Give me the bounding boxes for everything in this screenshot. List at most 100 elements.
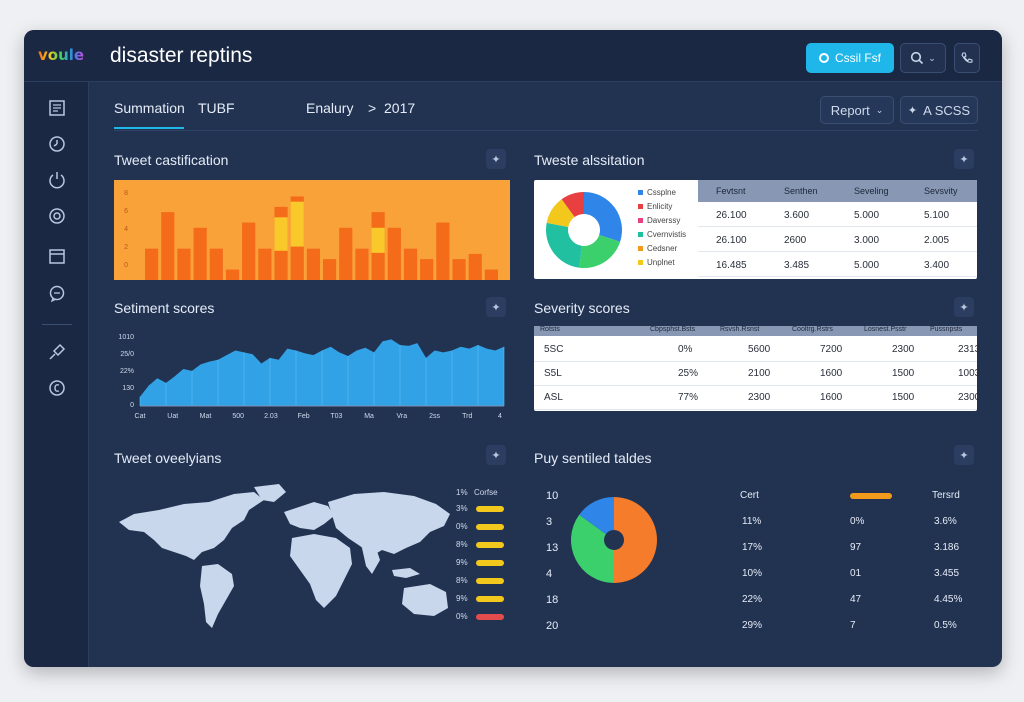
x-tick-label: 2ss: [429, 413, 440, 420]
map-legend-value: 0%: [456, 522, 468, 531]
table-header-cell: Rotsts: [540, 326, 560, 333]
table-cell: 1003: [958, 368, 981, 379]
sentiment-menu-icon[interactable]: ✦: [486, 297, 506, 317]
map-legend-value: 9%: [456, 594, 468, 603]
legend-item: Cvernvistis: [638, 230, 686, 239]
tab-tag[interactable]: TUBF: [198, 100, 235, 116]
col-a-value: 29%: [742, 620, 763, 631]
legend-label: Cssplne: [647, 188, 676, 197]
tweet-assoc-menu-icon[interactable]: ✦: [954, 149, 974, 169]
pie-table-menu-icon[interactable]: ✦: [954, 445, 974, 465]
col-a-value: 22%: [742, 594, 763, 605]
africa-shape: [290, 534, 352, 608]
australia-shape: [402, 584, 448, 616]
severity-table: Rotsts Cbpsphst.Bsts Rsvsh.Rsnst Cooltrg.Rs…: [534, 326, 981, 411]
access-button[interactable]: ✦ A SCSS: [900, 96, 978, 124]
target-icon[interactable]: [47, 206, 67, 226]
settings-icon[interactable]: [47, 378, 67, 398]
map-legend-pill: [476, 506, 504, 512]
power-icon[interactable]: [47, 170, 67, 190]
table-cell: 2300: [958, 392, 981, 403]
bar: [484, 269, 498, 280]
search-button[interactable]: ⌄: [900, 43, 946, 73]
y-tick-label: 1010: [118, 334, 134, 341]
phone-button[interactable]: [954, 43, 980, 73]
plus-circle-icon: [819, 53, 829, 63]
report-dropdown[interactable]: Report ⌄: [820, 96, 894, 124]
table-cell: 5SC: [544, 344, 564, 355]
sentiment-area-chart: 1010 25/0 22% 130 0Cat Uat Mat 500 2.03 Feb T03 Ma V…: [118, 334, 505, 420]
sparkle-icon: ✦: [907, 104, 918, 117]
breadcrumb-separator: >: [368, 100, 377, 116]
primary-action-button[interactable]: Cssil Fsf: [806, 43, 894, 73]
table-cell: 1600: [820, 392, 843, 403]
clock-alert-icon[interactable]: [47, 134, 67, 154]
legend-label: Enlicity: [647, 202, 673, 211]
breadcrumb-left[interactable]: Enalury: [306, 100, 353, 116]
breadcrumb-year[interactable]: 2017: [384, 100, 415, 116]
south-america-shape: [200, 564, 234, 628]
report-icon[interactable]: [47, 98, 67, 118]
legend-swatch: [638, 246, 643, 252]
table-cell: 2300: [892, 344, 915, 355]
chat-icon[interactable]: [47, 284, 67, 304]
table-cell: 2.005: [924, 235, 950, 246]
pin-icon[interactable]: [47, 342, 67, 362]
bar: [436, 222, 450, 280]
x-tick-label: 4: [498, 413, 502, 420]
chevron-down-icon: ⌄: [875, 104, 884, 115]
left-value: 13: [546, 542, 559, 554]
bar: [339, 227, 353, 280]
severity-menu-icon[interactable]: ✦: [954, 297, 974, 317]
india-shape: [362, 548, 380, 574]
table-cell: 5.100: [924, 210, 950, 221]
row-divider: [534, 361, 977, 362]
table-header-cell: Rsvsh.Rsnst: [720, 326, 760, 333]
col-c-value: 3.186: [934, 542, 960, 553]
tweet-overlay-title: Tweet oveelyians: [114, 450, 222, 466]
y-tick-label: 130: [122, 385, 134, 392]
map-legend-pill: [476, 614, 504, 620]
col-a-value: 11%: [742, 516, 762, 527]
tweet-class-menu-icon[interactable]: ✦: [486, 149, 506, 169]
tweet-class-title: Tweet castification: [114, 152, 229, 168]
table-header-cell: Cooltrg.Rstrs: [792, 326, 833, 333]
legend-label: Unplnet: [647, 258, 675, 267]
tweet-overlay-menu-icon[interactable]: ✦: [486, 445, 506, 465]
tweet-assoc-card: Cssplne Enlicity Daverssy Cvernvistis Cedsne…: [534, 180, 977, 279]
left-value: 18: [546, 594, 559, 606]
app-logo[interactable]: voule: [38, 46, 84, 64]
north-america-shape: [119, 492, 264, 560]
top-bar: voule disaster reptins Cssil Fsf ⌄: [24, 30, 1002, 82]
pie-table: 10 3 13 4 18 20 Cert Tersrd 11% 0% 3.6% 17% 97 3.186 1…: [534, 490, 984, 640]
tab-summation[interactable]: Summation: [114, 100, 185, 116]
legend-swatch: [638, 190, 643, 196]
bar: [161, 212, 175, 280]
row-divider: [698, 276, 977, 277]
left-value: 3: [546, 516, 553, 528]
map-legend-value: 3%: [456, 504, 468, 513]
col-b-value: 0%: [850, 516, 865, 527]
bar: [468, 253, 482, 280]
bar: [403, 248, 418, 280]
table-cell: 5.000: [854, 260, 880, 271]
highlight-bar: [274, 217, 288, 251]
bar: [177, 248, 191, 280]
col-b-value: 97: [850, 542, 862, 553]
y-tick-label: 0: [130, 402, 134, 409]
table-cell: 77%: [678, 392, 699, 403]
bar: [420, 259, 434, 280]
legend-item: Daverssy: [638, 216, 680, 225]
pie-slice: [579, 234, 621, 268]
access-label: A SCSS: [923, 102, 971, 118]
row-divider: [698, 226, 977, 227]
tweet-assoc-legend: Cssplne Enlicity Daverssy Cvernvistis Cedsne…: [638, 188, 698, 272]
table-header-cell: Seveling: [854, 186, 889, 196]
legend-label: Cvernvistis: [647, 230, 687, 239]
calendar-icon[interactable]: [47, 246, 67, 266]
x-tick-label: Mat: [200, 413, 212, 420]
col-c-value: 3.455: [934, 568, 960, 579]
map-legend-pill: [476, 578, 504, 584]
table-header-cell: Pussnpsts: [930, 326, 963, 333]
tweet-assoc-pie: [546, 192, 622, 268]
